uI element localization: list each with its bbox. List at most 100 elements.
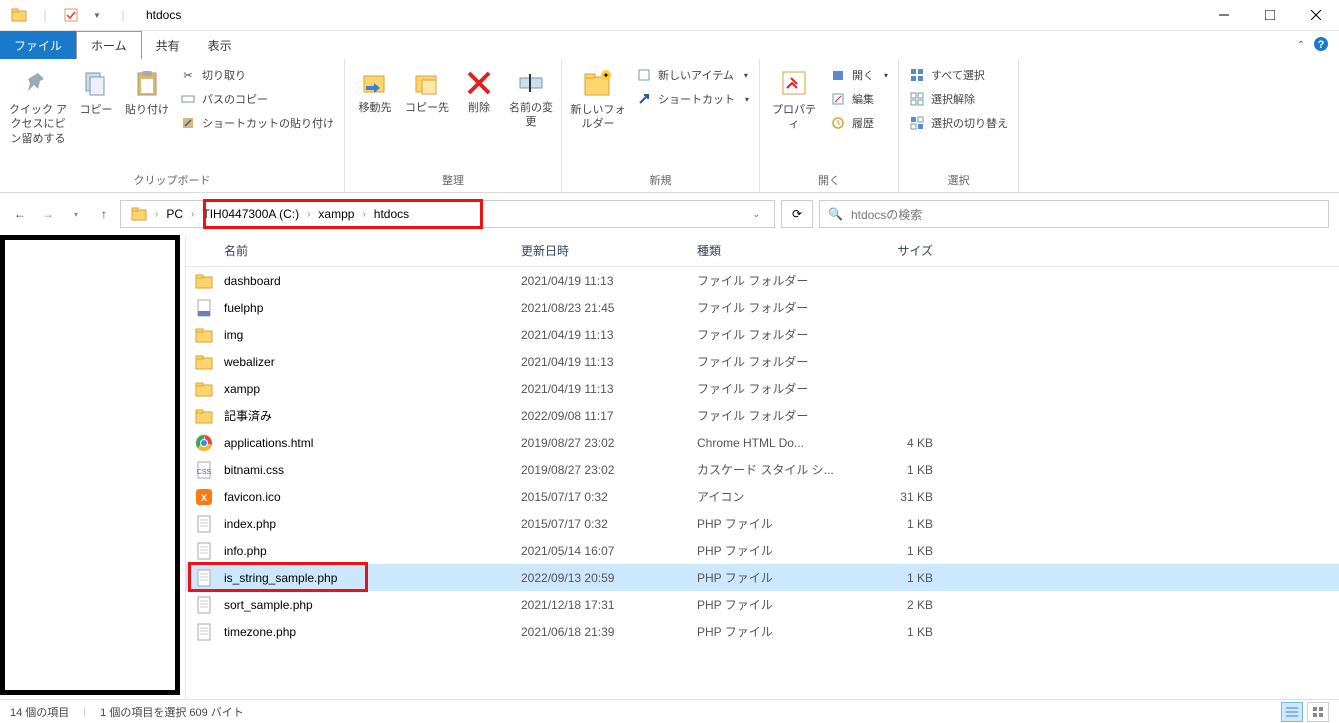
file-row[interactable]: timezone.php2021/06/18 21:39PHP ファイル1 KB <box>186 618 1339 645</box>
tab-view[interactable]: 表示 <box>194 31 246 59</box>
cut-button[interactable]: ✂切り取り <box>176 65 338 85</box>
properties-icon <box>778 67 810 99</box>
open-icon <box>830 67 846 83</box>
copy-path-button[interactable]: パスのコピー <box>176 89 338 109</box>
file-date: 2021/05/14 16:07 <box>521 544 697 558</box>
file-row[interactable]: applications.html2019/08/27 23:02Chrome … <box>186 429 1339 456</box>
file-row[interactable]: fuelphp2021/08/23 21:45ファイル フォルダー <box>186 294 1339 321</box>
ribbon-group-organize: 移動先 コピー先 削除 名前の変更 整理 <box>345 59 562 192</box>
history-button[interactable]: 履歴 <box>826 113 892 133</box>
crumb-htdocs[interactable]: htdocs <box>370 207 413 221</box>
ribbon-group-select: すべて選択 選択解除 選択の切り替え 選択 <box>899 59 1019 192</box>
shortcut2-icon <box>636 91 652 107</box>
file-type: PHP ファイル <box>697 623 853 640</box>
edit-button[interactable]: 編集 <box>826 89 892 109</box>
help-icon[interactable]: ? <box>1313 36 1329 55</box>
ribbon-group-open: プロパティ 開く▾ 編集 履歴 開く <box>760 59 899 192</box>
invert-selection-button[interactable]: 選択の切り替え <box>905 113 1012 133</box>
file-row[interactable]: Xfavicon.ico2015/07/17 0:32アイコン31 KB <box>186 483 1339 510</box>
copy-button[interactable]: コピー <box>74 63 118 121</box>
col-header-size[interactable]: サイズ <box>853 242 943 259</box>
paste-shortcut-button[interactable]: ショートカットの貼り付け <box>176 113 338 133</box>
col-header-name[interactable]: 名前 <box>186 242 521 259</box>
view-large-icons-button[interactable] <box>1307 702 1329 722</box>
file-name: bitnami.css <box>224 463 521 477</box>
close-button[interactable] <box>1293 0 1339 31</box>
file-row[interactable]: webalizer2021/04/19 11:13ファイル フォルダー <box>186 348 1339 375</box>
tab-home[interactable]: ホーム <box>76 31 142 59</box>
address-bar: ← → ▾ ↑ › PC › TIH0447300A (C:) › xampp … <box>0 193 1339 235</box>
col-header-type[interactable]: 種類 <box>697 242 853 259</box>
file-row[interactable]: sort_sample.php2021/12/18 17:31PHP ファイル2… <box>186 591 1339 618</box>
crumb-xampp[interactable]: xampp <box>314 207 358 221</box>
copy-icon <box>80 67 112 99</box>
col-header-date[interactable]: 更新日時 <box>521 242 697 259</box>
new-item-button[interactable]: 新しいアイテム▾ <box>632 65 753 85</box>
minimize-button[interactable] <box>1201 0 1247 31</box>
file-type: ファイル フォルダー <box>697 407 853 424</box>
file-row[interactable]: dashboard2021/04/19 11:13ファイル フォルダー <box>186 267 1339 294</box>
nav-up-button[interactable]: ↑ <box>94 204 114 224</box>
file-icon <box>194 298 214 318</box>
window-title: htdocs <box>146 8 181 22</box>
nav-forward-button[interactable]: → <box>38 204 58 224</box>
new-folder-button[interactable]: ✦新しいフォルダー <box>568 63 628 136</box>
file-icon <box>194 622 214 642</box>
navigation-pane[interactable] <box>0 235 186 699</box>
file-name: 記事済み <box>224 407 521 424</box>
delete-button[interactable]: 削除 <box>455 63 503 119</box>
file-name: applications.html <box>224 436 521 450</box>
tab-share[interactable]: 共有 <box>142 31 194 59</box>
path-icon <box>180 91 196 107</box>
file-row[interactable]: xampp2021/04/19 11:13ファイル フォルダー <box>186 375 1339 402</box>
file-row[interactable]: 記事済み2022/09/08 11:17ファイル フォルダー <box>186 402 1339 429</box>
file-list-pane[interactable]: 名前 更新日時 種類 サイズ dashboard2021/04/19 11:13… <box>186 235 1339 699</box>
file-icon <box>194 406 214 426</box>
search-box[interactable]: 🔍 htdocsの検索 <box>819 200 1329 228</box>
crumb-pc[interactable]: PC <box>162 207 187 221</box>
file-row[interactable]: is_string_sample.php2022/09/13 20:59PHP … <box>186 564 1339 591</box>
copy-to-button[interactable]: コピー先 <box>403 63 451 119</box>
file-date: 2021/12/18 17:31 <box>521 598 697 612</box>
tab-file[interactable]: ファイル <box>0 31 76 59</box>
breadcrumb-dropdown[interactable]: ⌄ <box>744 209 768 220</box>
crumb-drive[interactable]: TIH0447300A (C:) <box>198 207 303 221</box>
crumb-sep1[interactable]: › <box>187 209 198 220</box>
ribbon-collapse-icon[interactable]: ⌃ <box>1297 40 1305 51</box>
breadcrumb[interactable]: › PC › TIH0447300A (C:) › xampp › htdocs… <box>120 200 775 228</box>
pin-button[interactable]: クイック アクセスにピン留めする <box>6 63 70 150</box>
crumb-sep0[interactable]: › <box>151 209 162 220</box>
file-row[interactable]: info.php2021/05/14 16:07PHP ファイル1 KB <box>186 537 1339 564</box>
refresh-button[interactable]: ⟳ <box>781 200 813 228</box>
maximize-button[interactable] <box>1247 0 1293 31</box>
file-type: PHP ファイル <box>697 596 853 613</box>
status-item-count: 14 個の項目 <box>10 704 69 720</box>
file-type: ファイル フォルダー <box>697 380 853 397</box>
ribbon-tabs: ファイル ホーム 共有 表示 ⌃ ? <box>0 31 1339 59</box>
status-selection: 1 個の項目を選択 609 バイト <box>100 704 244 720</box>
crumb-sep3[interactable]: › <box>358 209 369 220</box>
file-row[interactable]: index.php2015/07/17 0:32PHP ファイル1 KB <box>186 510 1339 537</box>
open-button[interactable]: 開く▾ <box>826 65 892 85</box>
file-name: sort_sample.php <box>224 598 521 612</box>
file-row[interactable]: img2021/04/19 11:13ファイル フォルダー <box>186 321 1339 348</box>
qat-properties-icon[interactable] <box>60 4 82 26</box>
paste-button[interactable]: 貼り付け <box>122 63 172 121</box>
move-to-button[interactable]: 移動先 <box>351 63 399 119</box>
file-row[interactable]: CSSbitnami.css2019/08/27 23:02カスケード スタイル… <box>186 456 1339 483</box>
view-details-button[interactable] <box>1281 702 1303 722</box>
crumb-sep2[interactable]: › <box>303 209 314 220</box>
nav-back-button[interactable]: ← <box>10 204 30 224</box>
file-icon <box>194 433 214 453</box>
new-shortcut-button[interactable]: ショートカット▾ <box>632 89 753 109</box>
qat-dropdown-icon[interactable]: ▼ <box>86 4 108 26</box>
status-bar: 14 個の項目 | 1 個の項目を選択 609 バイト <box>0 699 1339 723</box>
rename-button[interactable]: 名前の変更 <box>507 63 555 134</box>
nav-recent-dropdown[interactable]: ▾ <box>66 204 86 224</box>
select-all-button[interactable]: すべて選択 <box>905 65 1012 85</box>
column-headers[interactable]: 名前 更新日時 種類 サイズ <box>186 235 1339 267</box>
file-size: 1 KB <box>853 571 943 585</box>
properties-button[interactable]: プロパティ <box>766 63 822 136</box>
select-none-button[interactable]: 選択解除 <box>905 89 1012 109</box>
file-date: 2022/09/13 20:59 <box>521 571 697 585</box>
